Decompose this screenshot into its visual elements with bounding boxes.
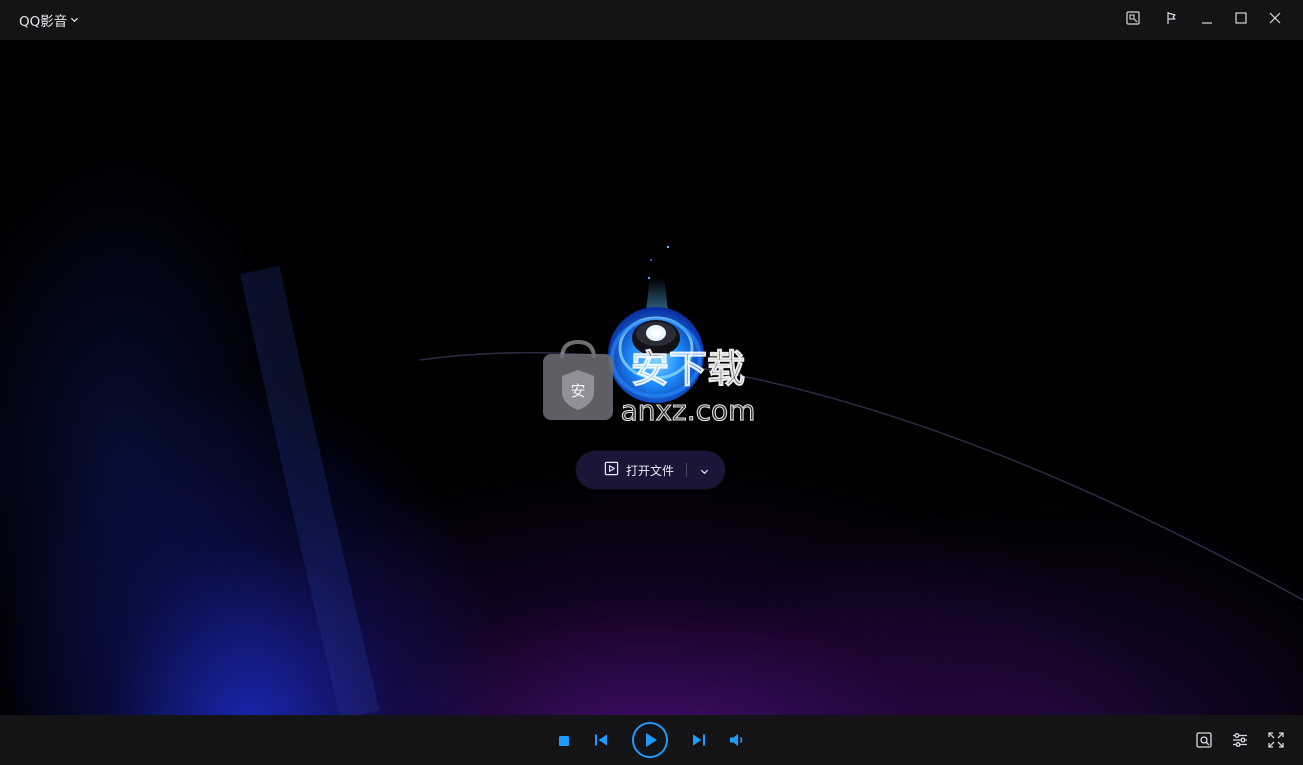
minimize-button[interactable] xyxy=(1197,10,1217,30)
next-button[interactable] xyxy=(691,732,707,748)
volume-icon xyxy=(728,731,746,749)
screenshot-icon xyxy=(1125,10,1141,30)
maximize-icon xyxy=(1233,10,1249,30)
maximize-button[interactable] xyxy=(1231,10,1251,30)
watermark-logo: 安 安下载 anxz.com xyxy=(540,339,770,430)
open-file-label: 打开文件 xyxy=(626,463,675,478)
stop-button[interactable] xyxy=(557,733,571,747)
previous-button[interactable] xyxy=(593,732,609,748)
watermark-badge: 安 xyxy=(570,382,585,400)
watermark-url: anxz.com xyxy=(621,394,756,427)
close-icon xyxy=(1267,10,1283,30)
stop-icon xyxy=(557,733,571,747)
pin-icon xyxy=(1163,10,1179,30)
video-stage[interactable]: 安 安下载 anxz.com 打开文件 xyxy=(0,40,1303,715)
fullscreen-button[interactable] xyxy=(1267,731,1285,749)
chevron-down-icon xyxy=(70,12,79,28)
close-button[interactable] xyxy=(1265,10,1285,30)
open-file-dropdown[interactable] xyxy=(687,451,721,489)
title-bar: QQ影音 xyxy=(0,0,1303,41)
pin-button[interactable] xyxy=(1161,10,1181,30)
previous-icon xyxy=(593,732,609,748)
next-icon xyxy=(691,732,707,748)
screen-capture-button[interactable] xyxy=(1195,731,1213,749)
app-title: QQ影音 xyxy=(19,14,68,30)
minimize-icon xyxy=(1199,10,1215,30)
settings-icon xyxy=(1231,731,1249,749)
chevron-down-icon xyxy=(700,461,709,480)
open-file-button[interactable]: 打开文件 xyxy=(576,451,674,489)
app-menu-button[interactable]: QQ影音 xyxy=(19,11,79,30)
screen-capture-icon xyxy=(1195,731,1213,749)
play-button[interactable] xyxy=(631,721,669,759)
screenshot-button[interactable] xyxy=(1123,10,1143,30)
settings-button[interactable] xyxy=(1231,731,1249,749)
control-bar xyxy=(0,715,1303,765)
fullscreen-icon xyxy=(1267,731,1285,749)
watermark-title: 安下载 xyxy=(631,347,745,391)
open-file-control: 打开文件 xyxy=(576,451,725,489)
volume-button[interactable] xyxy=(728,731,746,749)
play-file-icon xyxy=(604,461,619,480)
play-icon xyxy=(631,721,669,759)
